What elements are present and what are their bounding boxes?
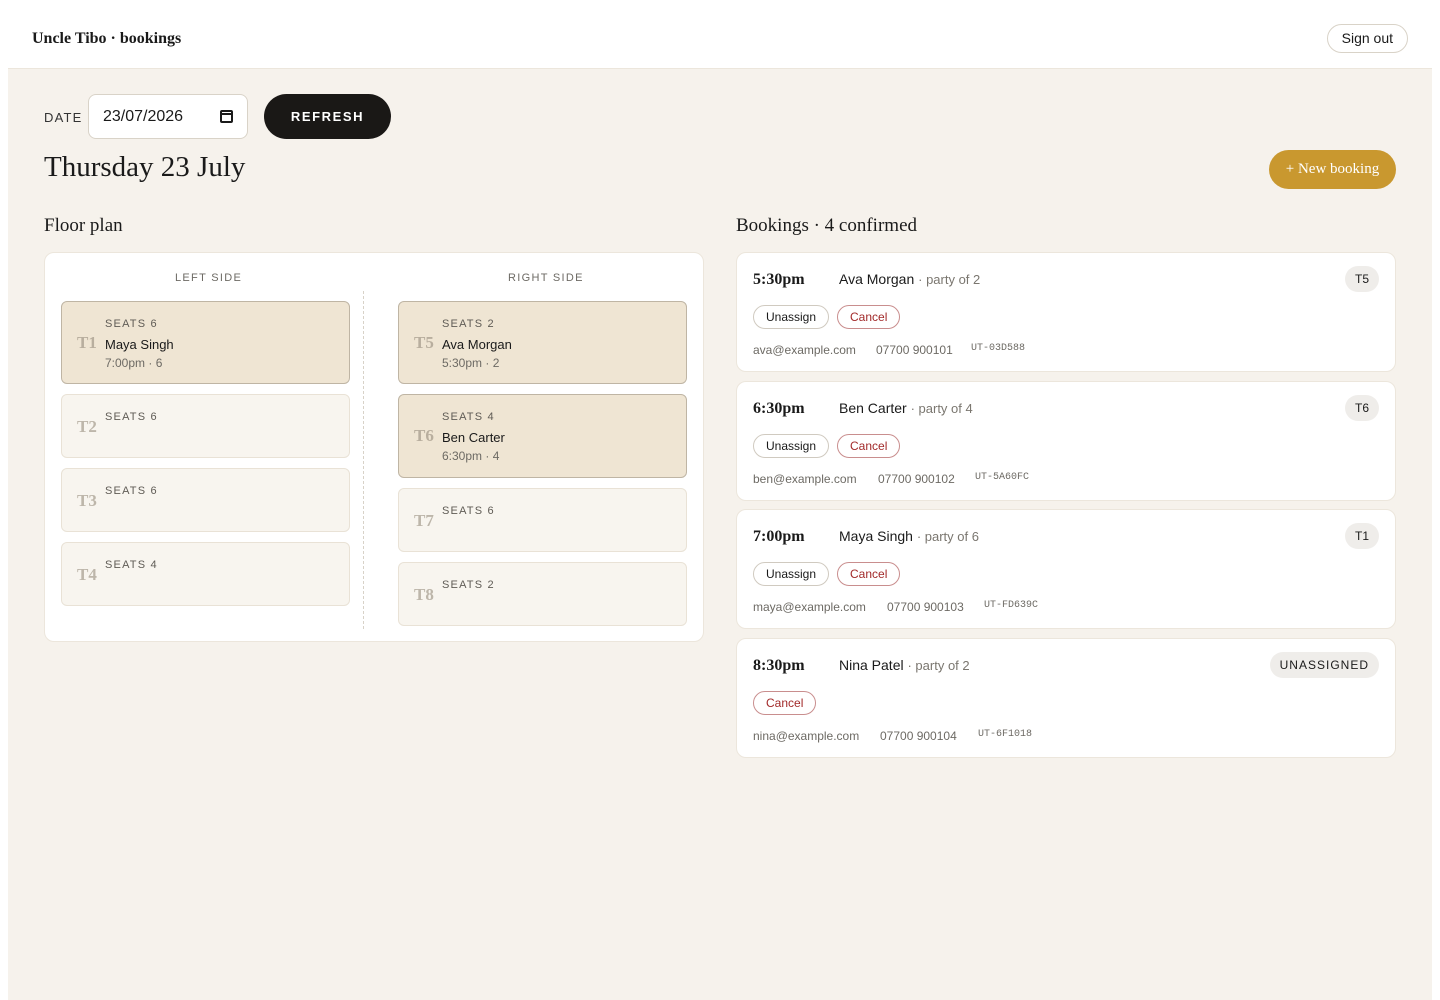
- table-meta: 7:00pm · 6: [105, 356, 163, 370]
- bookings-title: Bookings · 4 confirmed: [736, 215, 918, 236]
- booking-phone: 07700 900101: [876, 343, 953, 357]
- table-t7[interactable]: T7 SEATS 6: [398, 488, 687, 552]
- table-badge: T6: [1344, 395, 1379, 421]
- cancel-button[interactable]: Cancel: [837, 305, 901, 329]
- cancel-button[interactable]: Cancel: [753, 691, 817, 715]
- table-id: T1: [77, 333, 97, 352]
- booking-phone: 07700 900104: [880, 729, 957, 743]
- table-seats: SEATS 6: [105, 318, 158, 330]
- table-seats: SEATS 6: [442, 505, 495, 517]
- unassigned-badge: UNASSIGNED: [1269, 652, 1379, 678]
- table-t4[interactable]: T4 SEATS 4: [61, 542, 350, 606]
- table-seats: SEATS 2: [442, 579, 495, 591]
- booking-email: nina@example.com: [753, 729, 860, 743]
- booking-card: 8:30pm Nina Patel · party of 2 UNASSIGNE…: [736, 638, 1396, 758]
- table-meta: 5:30pm · 2: [442, 356, 500, 370]
- booking-email: ben@example.com: [753, 472, 857, 486]
- table-guest: Ava Morgan: [442, 337, 512, 352]
- guest-name: Ava Morgan: [839, 271, 915, 287]
- table-t2[interactable]: T2 SEATS 6: [61, 394, 350, 458]
- table-t1[interactable]: T1 SEATS 6 Maya Singh 7:00pm · 6: [61, 301, 350, 384]
- party-size: · party of 6: [916, 529, 979, 544]
- date-input[interactable]: 23/07/2026: [88, 94, 248, 139]
- booking-phone: 07700 900103: [887, 600, 964, 614]
- table-t6[interactable]: T6 SEATS 4 Ben Carter 6:30pm · 4: [398, 394, 687, 478]
- unassign-button[interactable]: Unassign: [753, 305, 830, 329]
- table-id: T2: [77, 417, 97, 436]
- booking-guest: Maya Singh · party of 6: [839, 528, 979, 544]
- cancel-button[interactable]: Cancel: [837, 434, 901, 458]
- table-id: T6: [414, 426, 434, 445]
- app-frame: Uncle Tibo · bookings Sign out DATE 23/0…: [8, 8, 1432, 1000]
- date-label: DATE: [44, 110, 83, 125]
- table-id: T7: [414, 511, 434, 530]
- top-bar: Uncle Tibo · bookings Sign out: [8, 8, 1432, 69]
- table-seats: SEATS 4: [442, 411, 495, 423]
- table-meta: 6:30pm · 4: [442, 449, 500, 463]
- booking-time: 5:30pm: [753, 271, 805, 288]
- page-title: Thursday 23 July: [44, 151, 246, 183]
- booking-email: maya@example.com: [753, 600, 866, 614]
- booking-card: 6:30pm Ben Carter · party of 4 T6 Unassi…: [736, 381, 1396, 501]
- table-seats: SEATS 6: [105, 485, 158, 497]
- booking-card: 7:00pm Maya Singh · party of 6 T1 Unassi…: [736, 509, 1396, 629]
- date-value: 23/07/2026: [103, 108, 184, 125]
- unassign-button[interactable]: Unassign: [753, 562, 830, 586]
- table-t3[interactable]: T3 SEATS 6: [61, 468, 350, 532]
- booking-card: 5:30pm Ava Morgan · party of 2 T5 Unassi…: [736, 252, 1396, 372]
- booking-time: 6:30pm: [753, 400, 805, 417]
- booking-ref: UT-03D588: [971, 343, 1026, 354]
- cancel-button[interactable]: Cancel: [837, 562, 901, 586]
- brand-title: Uncle Tibo · bookings: [32, 30, 182, 47]
- right-side-label: RIGHT SIDE: [508, 272, 584, 284]
- booking-ref: UT-5A60FC: [975, 472, 1030, 483]
- refresh-button[interactable]: REFRESH: [264, 94, 391, 139]
- table-t5[interactable]: T5 SEATS 2 Ava Morgan 5:30pm · 2: [398, 301, 687, 384]
- booking-ref: UT-FD639C: [984, 600, 1039, 611]
- table-t8[interactable]: T8 SEATS 2: [398, 562, 687, 626]
- table-seats: SEATS 2: [442, 318, 495, 330]
- table-seats: SEATS 6: [105, 411, 158, 423]
- party-size: · party of 4: [910, 401, 973, 416]
- floor-plan-card: LEFT SIDE RIGHT SIDE T1 SEATS 6 Maya Sin…: [44, 252, 704, 642]
- booking-time: 8:30pm: [753, 657, 805, 674]
- booking-ref: UT-6F1018: [978, 729, 1033, 740]
- booking-guest: Ava Morgan · party of 2: [839, 271, 980, 287]
- table-badge: T5: [1344, 266, 1379, 292]
- table-guest: Ben Carter: [442, 430, 505, 445]
- table-id: T8: [414, 585, 434, 604]
- table-id: T5: [414, 333, 434, 352]
- calendar-icon[interactable]: [220, 110, 233, 123]
- unassign-button[interactable]: Unassign: [753, 434, 830, 458]
- party-size: · party of 2: [918, 272, 981, 287]
- floor-divider: [363, 291, 364, 629]
- booking-guest: Ben Carter · party of 4: [839, 400, 973, 416]
- floor-plan-title: Floor plan: [44, 215, 123, 236]
- guest-name: Maya Singh: [839, 528, 913, 544]
- booking-guest: Nina Patel · party of 2: [839, 657, 970, 673]
- guest-name: Nina Patel: [839, 657, 904, 673]
- new-booking-button[interactable]: + New booking: [1269, 150, 1396, 189]
- booking-email: ava@example.com: [753, 343, 856, 357]
- table-guest: Maya Singh: [105, 337, 174, 352]
- table-id: T4: [77, 565, 97, 584]
- booking-phone: 07700 900102: [878, 472, 955, 486]
- table-badge: T1: [1344, 523, 1379, 549]
- table-id: T3: [77, 491, 97, 510]
- guest-name: Ben Carter: [839, 400, 907, 416]
- booking-time: 7:00pm: [753, 528, 805, 545]
- table-seats: SEATS 4: [105, 559, 158, 571]
- left-side-label: LEFT SIDE: [175, 272, 243, 284]
- party-size: · party of 2: [907, 658, 970, 673]
- sign-out-button[interactable]: Sign out: [1326, 24, 1408, 53]
